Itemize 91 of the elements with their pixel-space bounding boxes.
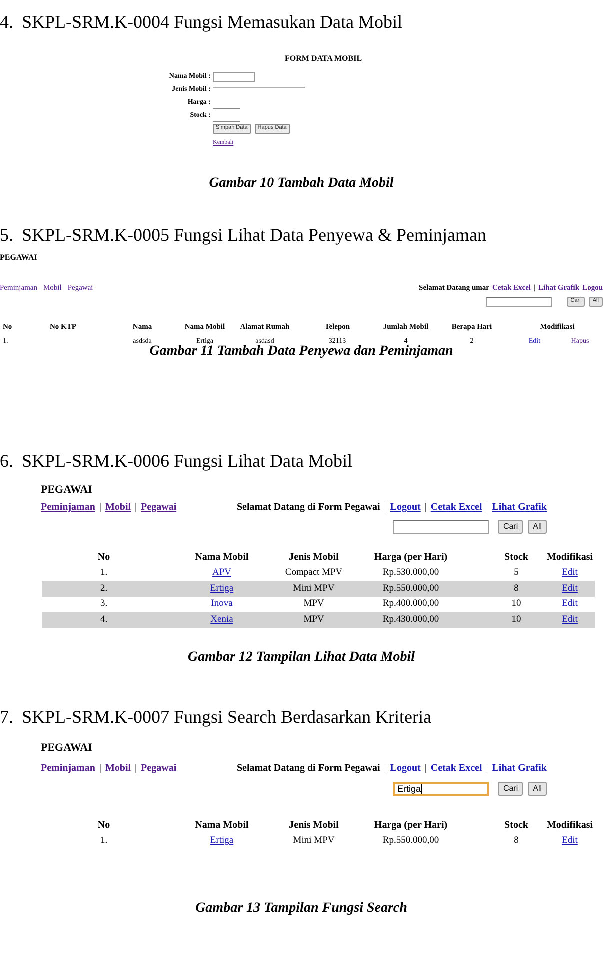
page-title: PEGAWAI xyxy=(41,484,92,496)
nav-link[interactable]: Pegawai xyxy=(141,762,177,776)
search-button[interactable]: Cari xyxy=(498,782,524,796)
search-field[interactable] xyxy=(486,297,552,307)
column-header: Modifikasi xyxy=(546,819,594,834)
table-cell-text: Compact MPV xyxy=(285,567,343,580)
section-number: 4. xyxy=(0,12,14,32)
table-cell-text: Rp.550.000,00 xyxy=(382,835,440,848)
column-header: Harga (per Hari) xyxy=(374,819,448,834)
column-header: Harga (per Hari) xyxy=(374,551,448,566)
table-cell-text: 3. xyxy=(100,598,108,612)
column-header: Jenis Mobil xyxy=(289,551,339,566)
column-header: Stock xyxy=(504,819,528,834)
table-cell-text: Rp.400.000,00 xyxy=(382,598,440,612)
column-header: Jenis Mobil xyxy=(289,819,339,834)
table-link[interactable]: Edit xyxy=(562,836,578,846)
figure-caption: Gambar 13 Tampilan Fungsi Search xyxy=(196,901,408,917)
table-link[interactable]: Edit xyxy=(562,568,578,578)
table-cell-text: Mini MPV xyxy=(293,582,335,596)
separator: | xyxy=(135,501,138,515)
table-cell-text: 10 xyxy=(512,614,522,627)
header-link[interactable]: Logout xyxy=(390,762,421,776)
table-cell-text: Rp.530.000,00 xyxy=(382,567,440,580)
section-heading: SKPL-SRM.K-0005 Fungsi Lihat Data Penyewa & Peminjaman xyxy=(22,225,486,245)
table-cell-text: MPV xyxy=(304,598,324,612)
figure-caption: Gambar 11 Tambah Data Penyewa dan Peminjaman xyxy=(150,344,454,360)
column-header: Nama Mobil xyxy=(195,551,249,566)
separator: | xyxy=(99,501,102,515)
nav-link[interactable]: Peminjaman xyxy=(41,762,96,776)
header-link[interactable]: Lihat Grafik xyxy=(492,501,547,515)
section-heading: SKPL-SRM.K-0007 Fungsi Search Berdasarkan Kriteria xyxy=(22,707,432,727)
separator: | xyxy=(486,501,488,515)
welcome-text: Selamat Datang di Form Pegawai xyxy=(236,501,380,515)
nav-link[interactable]: Peminjaman xyxy=(41,501,96,515)
table-cell-text: 8 xyxy=(514,582,519,596)
separator: | xyxy=(486,762,488,776)
table-cell-text: Rp.550.000,00 xyxy=(382,582,440,596)
column-header: No xyxy=(98,819,110,834)
separator: | xyxy=(384,501,386,515)
nav-link[interactable]: Mobil xyxy=(105,501,132,515)
search-field[interactable]: Ertiga xyxy=(393,782,490,796)
section-heading: SKPL-SRM.K-0006 Fungsi Lihat Data Mobil xyxy=(22,451,353,471)
table-cell-text: 8 xyxy=(514,835,519,848)
table-cell-text: 1. xyxy=(100,567,108,580)
table-cell-text: Mini MPV xyxy=(293,835,335,848)
header-link[interactable]: Lihat Grafik xyxy=(492,762,547,776)
page-title: PEGAWAI xyxy=(0,253,38,262)
form-title: FORM DATA MOBIL xyxy=(285,54,362,63)
page-title: PEGAWAI xyxy=(41,742,92,754)
separator: | xyxy=(135,762,138,776)
section-number: 7. xyxy=(0,707,14,727)
table-cell-text: 2. xyxy=(100,582,108,596)
header-link[interactable]: Logout xyxy=(390,501,421,515)
table-link[interactable]: Ertiga xyxy=(210,584,234,594)
table-link[interactable]: Edit xyxy=(562,584,578,594)
table-link[interactable]: Ertiga xyxy=(210,836,234,846)
section-heading: SKPL-SRM.K-0004 Fungsi Memasukan Data Mobil xyxy=(22,12,403,32)
text-cursor-icon xyxy=(420,784,422,794)
nav-link[interactable]: Pegawai xyxy=(141,501,177,515)
table-cell-text: MPV xyxy=(304,614,324,627)
section-number: 6. xyxy=(0,451,14,471)
show-all-button[interactable]: All xyxy=(528,782,547,796)
header-link[interactable]: Cetak Excel xyxy=(430,501,482,515)
column-header: Stock xyxy=(504,551,528,566)
search-button[interactable]: Cari xyxy=(498,520,524,534)
column-header: No xyxy=(98,551,110,566)
figure-caption: Gambar 12 Tampilan Lihat Data Mobil xyxy=(188,650,415,666)
figure-caption: Gambar 10 Tambah Data Mobil xyxy=(209,176,394,192)
table-cell-text: 10 xyxy=(512,598,522,612)
table-cell-text: 4. xyxy=(100,614,108,627)
table-cell-text: 5 xyxy=(514,567,519,580)
table-link[interactable]: Xenia xyxy=(210,614,234,625)
separator: | xyxy=(424,762,427,776)
section-number: 5. xyxy=(0,225,14,245)
show-all-button[interactable]: All xyxy=(528,520,547,534)
separator: | xyxy=(99,762,102,776)
separator: | xyxy=(384,762,386,776)
column-header: Nama Mobil xyxy=(195,819,249,834)
welcome-text: Selamat Datang di Form Pegawai xyxy=(236,762,380,776)
separator: | xyxy=(424,501,427,515)
table-cell-text: Rp.430.000,00 xyxy=(382,614,440,627)
table-link[interactable]: APV xyxy=(212,568,232,578)
search-field[interactable] xyxy=(393,520,490,534)
table-link[interactable]: Inova xyxy=(211,599,233,610)
column-header: Modifikasi xyxy=(546,551,594,566)
table-link[interactable]: Edit xyxy=(562,614,578,625)
input-field[interactable] xyxy=(213,72,255,82)
table-link[interactable]: Edit xyxy=(562,599,578,610)
nav-link[interactable]: Mobil xyxy=(105,762,132,776)
header-link[interactable]: Cetak Excel xyxy=(430,762,482,776)
table-cell-text: 1. xyxy=(100,835,108,848)
